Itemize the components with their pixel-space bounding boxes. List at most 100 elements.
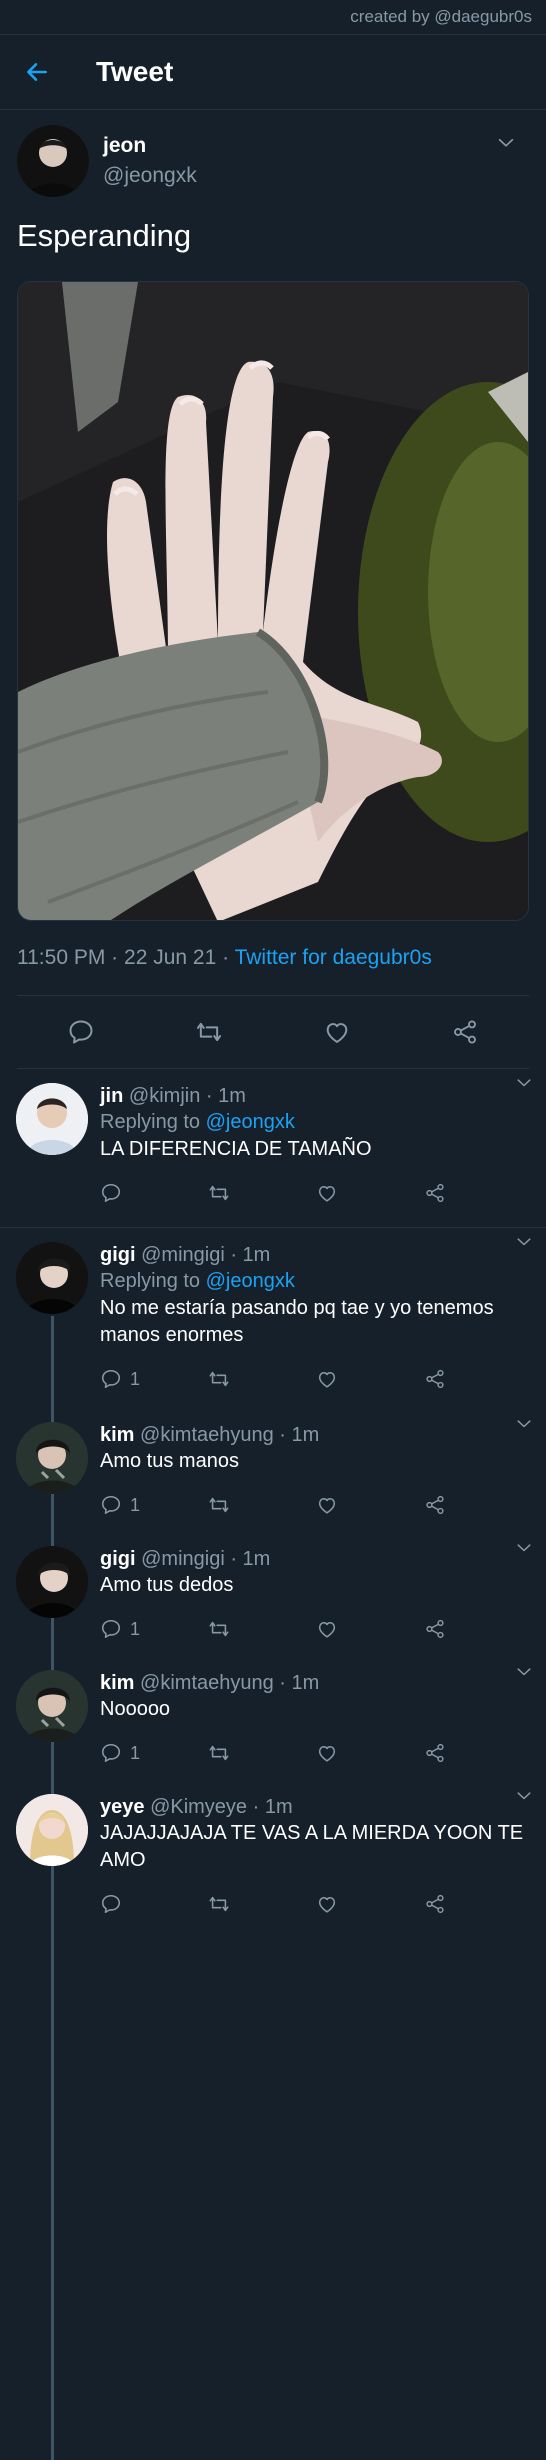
like-icon [316, 1742, 338, 1764]
chevron-down-icon [514, 1073, 534, 1093]
reply-button[interactable] [100, 1182, 208, 1204]
share-button[interactable] [451, 1018, 479, 1046]
reply-author-handle[interactable]: @kimtaehyung [140, 1424, 274, 1446]
reply-button[interactable]: 1 [100, 1742, 208, 1764]
reply-text: Nooooo [100, 1698, 171, 1720]
reply-button[interactable] [100, 1893, 208, 1915]
reply-author-name[interactable]: kim [100, 1424, 134, 1446]
share-button[interactable] [424, 1182, 532, 1204]
replying-to-link[interactable]: @jeongxk [206, 1111, 295, 1133]
reply-author-handle[interactable]: @kimtaehyung [140, 1672, 274, 1694]
chevron-down-icon [514, 1414, 534, 1434]
reply-author-handle[interactable]: @Kimyeye [150, 1796, 247, 1818]
author-handle[interactable]: @jeongxk [103, 161, 197, 191]
tweet-source-link[interactable]: Twitter for daegubr0s [235, 946, 432, 969]
share-icon [424, 1618, 446, 1640]
like-icon [316, 1182, 338, 1204]
avatar[interactable] [16, 1083, 88, 1155]
thread: gigi @mingigi · 1m Replying to @jeongxk … [0, 1228, 546, 2460]
chevron-down-icon [514, 1232, 534, 1252]
retweet-button[interactable] [208, 1368, 316, 1390]
reply-options-button[interactable] [514, 1073, 534, 1093]
reply-time: · 1m [230, 1548, 271, 1570]
back-button[interactable] [0, 59, 96, 85]
retweet-button[interactable] [208, 1494, 316, 1516]
tweet-options-button[interactable] [495, 132, 517, 154]
retweet-button[interactable] [208, 1742, 316, 1764]
reply-options-button[interactable] [514, 1232, 534, 1252]
reply-count: 1 [130, 1742, 141, 1763]
share-button[interactable] [424, 1893, 532, 1915]
avatar[interactable] [17, 125, 89, 197]
reply-author-name[interactable]: gigi [100, 1244, 136, 1266]
avatar[interactable] [16, 1670, 88, 1742]
reply-options-button[interactable] [514, 1538, 534, 1558]
share-button[interactable] [424, 1368, 532, 1390]
reply-item[interactable]: gigi @mingigi · 1m Replying to @jeongxk … [0, 1228, 546, 1414]
reply-item[interactable]: kim @kimtaehyung · 1m Nooooo 1 [0, 1662, 546, 1786]
reply-author-handle[interactable]: @mingigi [141, 1244, 225, 1266]
share-icon [424, 1368, 446, 1390]
like-button[interactable] [316, 1368, 424, 1390]
retweet-button[interactable] [208, 1618, 316, 1640]
reply-author-name[interactable]: yeye [100, 1796, 145, 1818]
back-arrow-icon [27, 63, 47, 81]
reply-icon [67, 1018, 95, 1046]
share-button[interactable] [424, 1618, 532, 1640]
chevron-down-icon [514, 1538, 534, 1558]
reply-options-button[interactable] [514, 1662, 534, 1682]
main-tweet: jeon @jeongxk Esperanding 11:50 PM · 22 … [0, 110, 546, 1069]
avatar[interactable] [16, 1546, 88, 1618]
reply-icon [100, 1182, 122, 1204]
tweet-photo[interactable] [17, 281, 529, 921]
reply-count: 1 [130, 1368, 141, 1389]
reply-options-button[interactable] [514, 1414, 534, 1434]
reply-button[interactable] [67, 1018, 95, 1046]
reply-item[interactable]: yeye @Kimyeye · 1m JAJAJJAJAJA TE VAS A … [0, 1786, 546, 1926]
retweet-button[interactable] [195, 1018, 223, 1046]
reply-author-name[interactable]: jin [100, 1085, 123, 1107]
avatar[interactable] [16, 1422, 88, 1494]
like-button[interactable] [316, 1742, 424, 1764]
author-display-name[interactable]: jeon [103, 131, 197, 161]
reply-options-button[interactable] [514, 1786, 534, 1806]
tweet-actions [17, 996, 529, 1069]
reply-item[interactable]: jin @kimjin · 1m Replying to @jeongxk LA… [0, 1069, 546, 1227]
reply-item[interactable]: gigi @mingigi · 1m Amo tus dedos 1 [0, 1538, 546, 1662]
retweet-icon [208, 1494, 230, 1516]
reply-author-name[interactable]: gigi [100, 1548, 136, 1570]
reply-author-handle[interactable]: @kimjin [129, 1085, 200, 1107]
reply-button[interactable]: 1 [100, 1494, 208, 1516]
share-button[interactable] [424, 1494, 532, 1516]
share-icon [424, 1182, 446, 1204]
share-button[interactable] [424, 1742, 532, 1764]
reply-text: No me estaría pasando pq tae y yo tenemo… [100, 1297, 494, 1346]
like-button[interactable] [323, 1018, 351, 1046]
reply-icon [100, 1893, 122, 1915]
tweet-date: 22 Jun 21 [124, 946, 217, 969]
reply-item[interactable]: kim @kimtaehyung · 1m Amo tus manos 1 [0, 1414, 546, 1538]
like-icon [316, 1618, 338, 1640]
retweet-button[interactable] [208, 1182, 316, 1204]
like-button[interactable] [316, 1893, 424, 1915]
replying-to: Replying to @jeongxk [100, 1270, 295, 1292]
reply-text: JAJAJJAJAJA TE VAS A LA MIERDA YOON TE A… [100, 1822, 524, 1871]
avatar[interactable] [16, 1794, 88, 1866]
like-button[interactable] [316, 1494, 424, 1516]
like-button[interactable] [316, 1618, 424, 1640]
like-icon [323, 1018, 351, 1046]
share-icon [424, 1742, 446, 1764]
reply-author-handle[interactable]: @mingigi [141, 1548, 225, 1570]
replying-to-link[interactable]: @jeongxk [206, 1270, 295, 1292]
reply-icon [100, 1618, 122, 1640]
reply-button[interactable]: 1 [100, 1618, 208, 1640]
reply-button[interactable]: 1 [100, 1368, 208, 1390]
retweet-button[interactable] [208, 1893, 316, 1915]
reply-time: · 1m [252, 1796, 293, 1818]
top-bar: Tweet [0, 35, 546, 110]
reply-author-name[interactable]: kim [100, 1672, 134, 1694]
meta-separator: · [222, 946, 230, 969]
like-button[interactable] [316, 1182, 424, 1204]
like-icon [316, 1368, 338, 1390]
avatar[interactable] [16, 1242, 88, 1314]
